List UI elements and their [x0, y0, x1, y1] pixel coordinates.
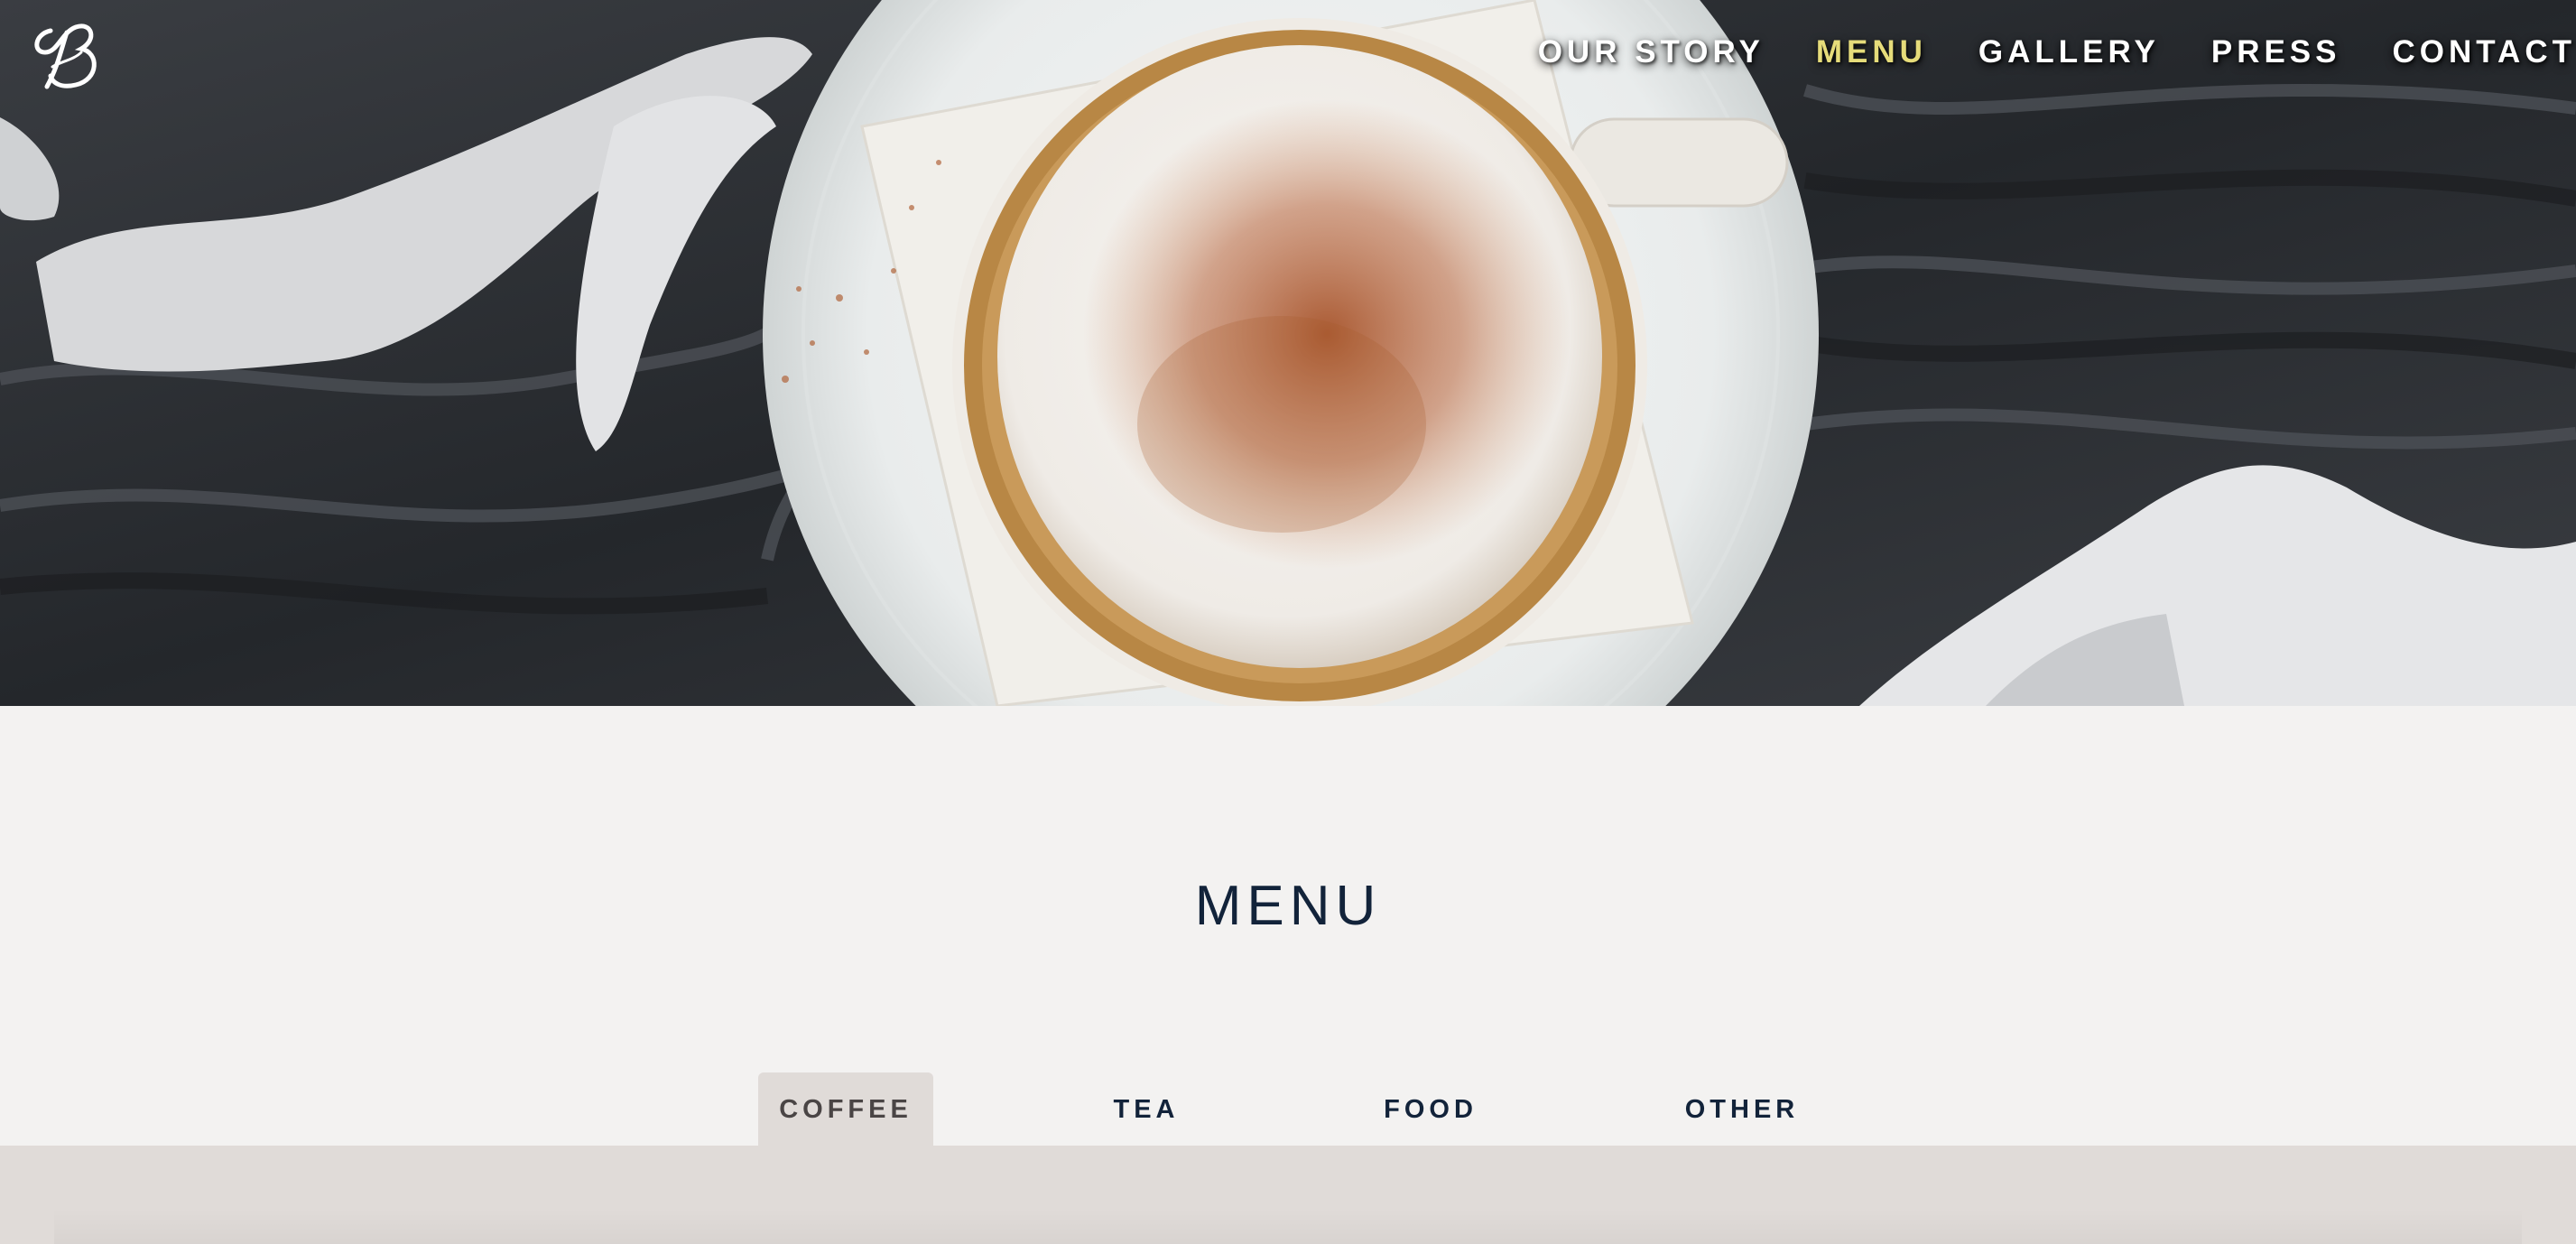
nav-press[interactable]: PRESS: [2211, 34, 2341, 70]
nav-contact[interactable]: CONTACT: [2393, 34, 2576, 70]
nav-gallery[interactable]: GALLERY: [1978, 34, 2160, 70]
panel-shadow: [54, 1208, 2522, 1244]
tab-food[interactable]: FOOD: [1345, 1072, 1516, 1147]
menu-tab-panel: [0, 1146, 2576, 1244]
tab-coffee[interactable]: COFFEE: [758, 1072, 933, 1147]
nav-menu[interactable]: MENU: [1816, 34, 1927, 70]
main-navigation: OUR STORY MENU GALLERY PRESS CONTACT: [1487, 27, 2576, 78]
nav-our-story[interactable]: OUR STORY: [1538, 34, 1765, 70]
hero-photo: [0, 0, 2576, 706]
menu-section-title: MENU: [1194, 875, 1382, 937]
hero-image: OUR STORY MENU GALLERY PRESS CONTACT: [0, 0, 2576, 706]
menu-category-tabs: COFFEE TEA FOOD OTHER: [0, 1072, 2576, 1147]
tab-tea[interactable]: TEA: [1065, 1072, 1228, 1147]
tab-other[interactable]: OTHER: [1652, 1072, 1832, 1147]
script-b-logo-icon[interactable]: [25, 13, 101, 96]
